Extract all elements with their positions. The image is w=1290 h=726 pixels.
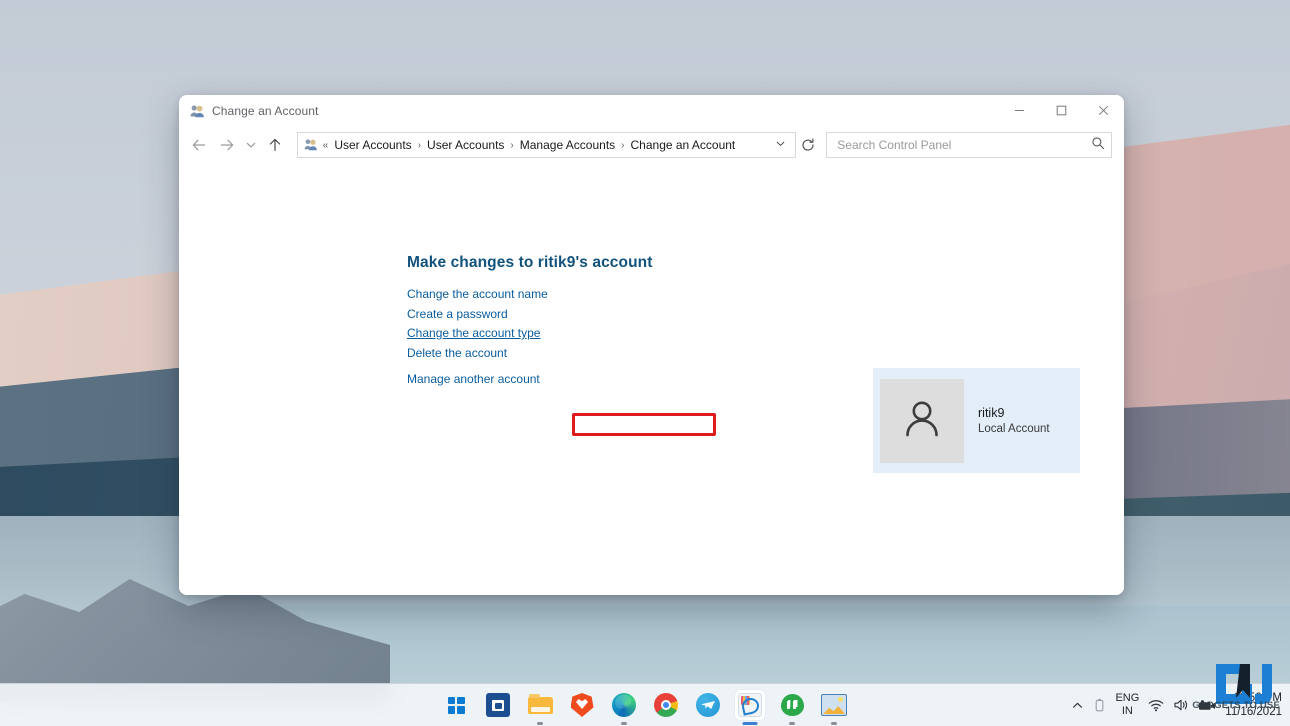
breadcrumb-overflow[interactable]: « — [323, 140, 329, 151]
window-titlebar[interactable]: Change an Account — [179, 95, 1124, 126]
address-bar-icon — [304, 138, 319, 152]
running-indicator — [621, 722, 627, 725]
breadcrumb-item-0[interactable]: User Accounts — [331, 137, 414, 153]
taskbar-item-green-app[interactable] — [777, 690, 807, 725]
breadcrumb: « User Accounts › User Accounts › Manage… — [323, 137, 766, 153]
taskbar: ENG IN 11:56 PM 11/16/2021 — [0, 683, 1290, 726]
link-change-account-name[interactable]: Change the account name — [407, 285, 548, 305]
clock-time: 11:56 PM — [1233, 692, 1282, 704]
taskbar-item-snipping-tool[interactable] — [735, 690, 765, 725]
camera-icon[interactable] — [1198, 699, 1216, 712]
snipping-tool-icon — [738, 693, 762, 717]
up-button[interactable] — [260, 130, 288, 160]
running-indicator — [537, 722, 543, 725]
breadcrumb-item-2[interactable]: Manage Accounts — [517, 137, 618, 153]
link-create-password[interactable]: Create a password — [407, 305, 508, 325]
system-tray: ENG IN 11:56 PM 11/16/2021 — [1071, 684, 1284, 726]
search-input[interactable] — [835, 137, 1091, 153]
breadcrumb-separator: › — [417, 139, 422, 151]
link-delete-account[interactable]: Delete the account — [407, 344, 507, 364]
annotation-highlight-box — [572, 413, 716, 436]
store-icon — [486, 693, 510, 717]
picture-app-icon — [821, 694, 847, 716]
breadcrumb-item-1[interactable]: User Accounts — [424, 137, 507, 153]
back-button[interactable] — [185, 130, 213, 160]
battery-icon[interactable] — [1093, 698, 1106, 713]
close-button[interactable] — [1082, 95, 1124, 126]
window-content: Make changes to ritik9's account Change … — [179, 164, 1124, 595]
language-line-1: ENG — [1115, 692, 1140, 704]
taskbar-item-brave[interactable] — [567, 690, 597, 720]
active-indicator — [742, 722, 758, 725]
telegram-icon — [696, 693, 720, 717]
account-type: Local Account — [978, 423, 1050, 435]
link-change-account-type[interactable]: Change the account type — [407, 324, 540, 344]
breadcrumb-separator: › — [621, 139, 625, 151]
chrome-icon — [654, 693, 678, 717]
taskbar-item-file-explorer[interactable] — [525, 690, 555, 725]
maximize-button[interactable] — [1040, 95, 1082, 126]
avatar — [880, 378, 964, 463]
volume-icon[interactable] — [1173, 698, 1189, 712]
brave-icon — [570, 693, 594, 717]
search-icon[interactable] — [1091, 136, 1105, 155]
chevron-up-icon[interactable] — [1071, 699, 1084, 712]
address-bar[interactable]: « User Accounts › User Accounts › Manage… — [296, 132, 796, 158]
titlebar-left: Change an Account — [179, 104, 318, 118]
taskbar-item-telegram[interactable] — [693, 690, 723, 720]
forward-button[interactable] — [213, 130, 241, 160]
account-meta: ritik9 Local Account — [978, 406, 1050, 435]
breadcrumb-item-3[interactable]: Change an Account — [628, 137, 739, 153]
account-name: ritik9 — [978, 406, 1005, 420]
running-indicator — [831, 722, 837, 725]
taskbar-item-chrome[interactable] — [651, 690, 681, 720]
user-accounts-icon — [190, 104, 205, 118]
language-line-2: IN — [1121, 705, 1133, 717]
clock-date: 11/16/2021 — [1225, 706, 1282, 718]
control-panel-window: Change an Account « User Accounts › User… — [179, 95, 1124, 595]
recent-locations-button[interactable] — [242, 130, 261, 160]
window-controls — [998, 95, 1124, 126]
breadcrumb-separator: › — [510, 139, 514, 151]
running-indicator — [789, 722, 795, 725]
language-indicator[interactable]: ENG IN — [1115, 692, 1139, 718]
window-title: Change an Account — [212, 103, 319, 118]
refresh-button[interactable] — [796, 133, 821, 157]
wifi-icon[interactable] — [1148, 698, 1164, 712]
account-task-list: Change the account name Create a passwor… — [407, 285, 548, 389]
account-summary-panel[interactable]: ritik9 Local Account — [873, 368, 1080, 473]
taskbar-item-photo-app[interactable] — [819, 690, 849, 725]
minimize-button[interactable] — [998, 95, 1040, 126]
person-icon — [900, 396, 944, 445]
clock[interactable]: 11:56 PM 11/16/2021 — [1225, 691, 1284, 719]
address-dropdown-icon[interactable] — [770, 138, 791, 152]
page-title: Make changes to ritik9's account — [407, 254, 653, 271]
navigation-bar: « User Accounts › User Accounts › Manage… — [179, 126, 1124, 164]
taskbar-item-microsoft-store[interactable] — [483, 690, 513, 720]
quotes-app-icon — [780, 694, 804, 716]
folder-icon — [527, 694, 553, 715]
edge-icon — [612, 693, 636, 717]
link-manage-another-account[interactable]: Manage another account — [407, 370, 540, 390]
windows-start-icon — [447, 696, 465, 714]
taskbar-item-edge[interactable] — [609, 690, 639, 725]
search-control-panel-box[interactable] — [826, 132, 1112, 158]
taskbar-item-start[interactable] — [441, 690, 471, 720]
